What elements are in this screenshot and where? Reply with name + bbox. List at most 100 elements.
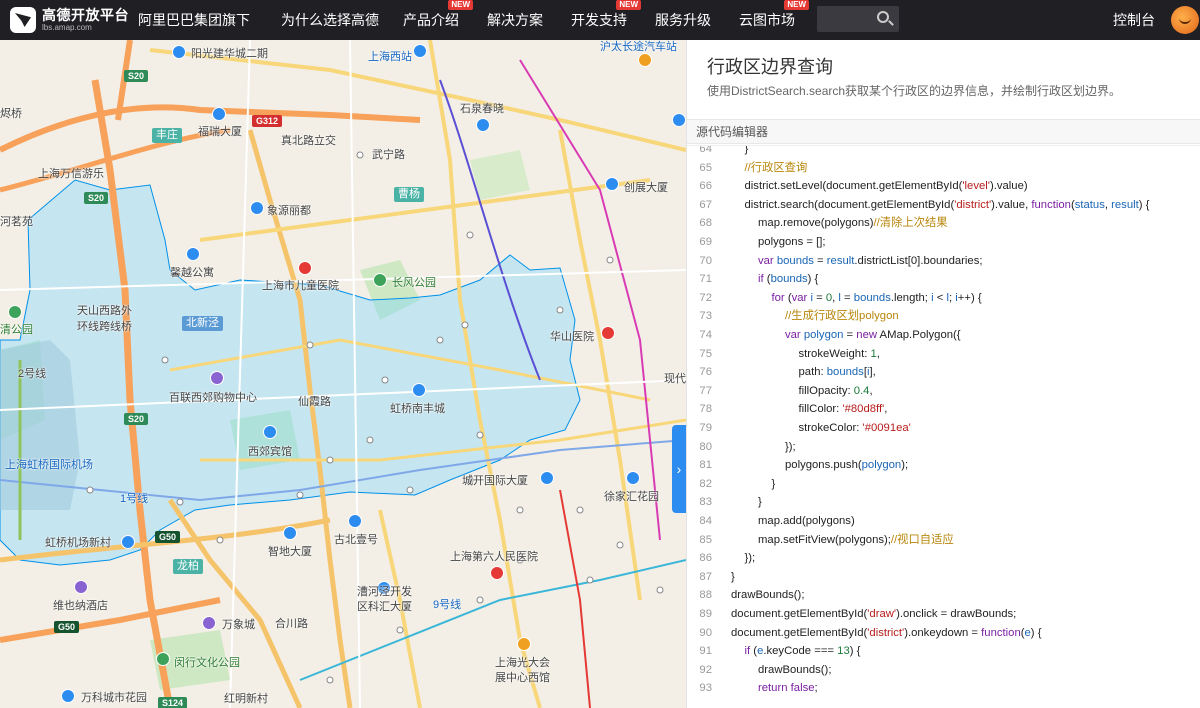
hotel-icon[interactable] (263, 425, 277, 439)
line-number: 85 (699, 533, 712, 546)
metro-station-icon[interactable] (413, 44, 427, 58)
code-text: strokeColor: '#0091ea' (798, 422, 911, 434)
district-tag: 北新泾 (182, 316, 223, 331)
map-label: 1号线 (120, 493, 149, 505)
line-number: 82 (699, 477, 712, 490)
nav-item-products[interactable]: 产品介绍 NEW (403, 0, 473, 40)
map-label: 武宁路 (372, 149, 405, 161)
building-icon[interactable] (186, 247, 200, 261)
logo-title: 高德开放平台 (42, 7, 129, 23)
park-icon[interactable] (373, 273, 387, 287)
building-icon[interactable] (250, 201, 264, 215)
building-icon[interactable] (212, 107, 226, 121)
console-link[interactable]: 控制台 (1113, 0, 1155, 40)
building-icon[interactable] (348, 514, 362, 528)
nav-item-solutions[interactable]: 解决方案 (487, 0, 543, 40)
code-text: } (731, 570, 735, 583)
map-label: 象源丽都 (267, 205, 311, 217)
building-icon[interactable] (283, 526, 297, 540)
nav-item-cloud-map-market[interactable]: 云图市场 NEW (739, 0, 809, 40)
building-icon[interactable] (672, 113, 686, 127)
map-canvas[interactable]: 阳光建华城二期 上海西站 沪太长途汽车站 石泉春晓 福瑞大厦 真北路立交 武宁路… (0, 40, 686, 708)
district-tag: 龙柏 (173, 559, 203, 574)
code-line: 66 district.setLevel(document.getElementB… (687, 177, 1200, 196)
amap-logo[interactable]: 高德开放平台 lbs.amap.com (0, 0, 130, 40)
line-number: 64 (699, 145, 712, 155)
map-label: 石泉春晓 (460, 103, 504, 115)
hotel-icon[interactable] (74, 580, 88, 594)
hospital-icon[interactable] (298, 261, 312, 275)
nav-item-alibaba[interactable]: 阿里巴巴集团旗下 (138, 0, 250, 40)
shopping-icon[interactable] (210, 371, 224, 385)
park-icon[interactable] (8, 305, 22, 319)
exhibition-icon[interactable] (517, 637, 531, 651)
map-label: 现代 (664, 373, 686, 385)
nav-item-why-amap[interactable]: 为什么选择高德 (281, 0, 379, 40)
building-icon[interactable] (172, 45, 186, 59)
code-text: }); (785, 440, 796, 453)
map-label: 红明新村 (224, 693, 268, 705)
road-shield: S20 (84, 192, 109, 204)
line-number: 81 (699, 459, 712, 472)
code-text: strokeWeight: 1, (798, 347, 880, 360)
code-line: 85 map.setFitView(polygons);//视口自适应 (687, 531, 1200, 550)
line-number: 80 (699, 440, 712, 453)
map-label: 上海虹桥国际机场 (5, 459, 93, 471)
building-icon[interactable] (605, 177, 619, 191)
code-text: drawBounds(); (758, 663, 832, 676)
line-number: 78 (699, 403, 712, 416)
code-line: 91 if (e.keyCode === 13) { (687, 642, 1200, 661)
line-number: 79 (699, 422, 712, 434)
building-icon[interactable] (476, 118, 490, 132)
map-label: 百联西郊购物中心 (169, 392, 257, 404)
code-text: fillOpacity: 0.4, (798, 384, 873, 397)
shopping-icon[interactable] (202, 616, 216, 630)
line-number: 68 (699, 217, 712, 230)
building-icon[interactable] (61, 689, 75, 703)
panel-collapse-button[interactable]: › (672, 425, 686, 513)
map-label: 上海光大会 (495, 657, 550, 669)
hospital-icon[interactable] (601, 326, 615, 340)
line-number: 67 (699, 198, 712, 211)
building-icon[interactable] (540, 471, 554, 485)
code-line: 81 polygons.push(polygon); (687, 456, 1200, 475)
code-line: 86}); (687, 549, 1200, 568)
code-line: 89 document.getElementById('draw').onclic… (687, 605, 1200, 624)
code-text: drawBounds(); (731, 589, 805, 602)
line-number: 75 (699, 347, 712, 360)
map-label: 维也纳酒店 (53, 600, 108, 612)
new-badge: NEW (616, 0, 641, 10)
search-input[interactable] (817, 6, 899, 32)
code-line: 70 var bounds = result.districtList[0].bo… (687, 252, 1200, 271)
road-shield: G50 (155, 531, 181, 543)
map-label: 上海西站 (368, 51, 412, 63)
metro-station-icon[interactable] (121, 535, 135, 549)
code-text: var bounds = result.districtList[0].boun… (758, 254, 983, 267)
bus-station-icon[interactable] (638, 53, 652, 67)
building-icon[interactable] (626, 471, 640, 485)
code-text: if (bounds) { (758, 273, 819, 286)
code-text: }); (744, 552, 756, 565)
line-number: 93 (699, 682, 712, 695)
map-label: 9号线 (433, 599, 462, 611)
search-icon[interactable] (877, 11, 889, 23)
map-label: 徐家汇花园 (604, 491, 659, 503)
code-editor[interactable]: 64} 65 //行政区查询 66 district.setLevel(document… (687, 145, 1200, 708)
road-shield: S124 (158, 697, 188, 708)
map-label: 城开国际大厦 (462, 475, 528, 487)
line-number: 72 (699, 291, 712, 304)
logo-subtitle: lbs.amap.com (42, 23, 92, 32)
building-icon[interactable] (412, 383, 426, 397)
park-icon[interactable] (156, 652, 170, 666)
hospital-icon[interactable] (490, 566, 504, 580)
avatar[interactable] (1171, 6, 1199, 34)
code-text: } (771, 477, 776, 490)
top-navigation-bar: 高德开放平台 lbs.amap.com 阿里巴巴集团旗下 为什么选择高德 产品介… (0, 0, 1200, 40)
line-number: 71 (699, 273, 712, 286)
amap-logo-icon (10, 7, 36, 33)
nav-item-service-upgrade[interactable]: 服务升级 (655, 0, 711, 40)
nav-item-dev-support[interactable]: 开发支持 NEW (571, 0, 641, 40)
code-line: 73 //生成行政区划polygon (687, 307, 1200, 326)
code-text: var polygon = new AMap.Polygon({ (785, 329, 961, 341)
map-label: 长风公园 (392, 277, 436, 289)
